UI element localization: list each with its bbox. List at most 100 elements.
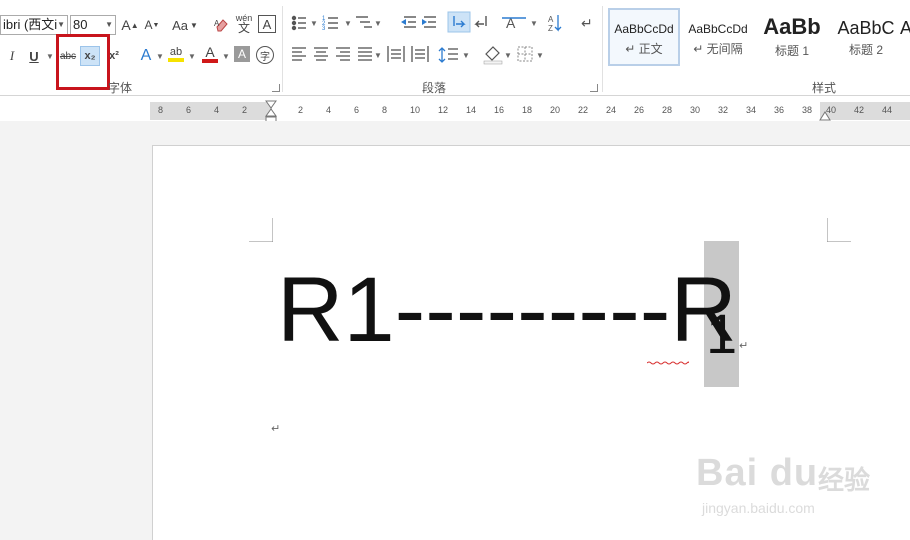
borders-icon[interactable]	[517, 46, 533, 62]
svg-text:▼: ▼	[462, 51, 470, 60]
ruler-tick: 20	[550, 105, 561, 115]
chevron-down-icon[interactable]: ▼	[105, 16, 113, 34]
style-normal[interactable]: AaBbCcDd ↵ 正文	[608, 8, 680, 66]
ruler-tick: 2	[298, 105, 304, 115]
style-sample: AaBbC	[837, 18, 895, 38]
sort-icon[interactable]: AZ	[548, 15, 562, 33]
numbering-icon[interactable]: 1 2 3	[322, 16, 338, 32]
enclose-char-button[interactable]: 字	[256, 46, 274, 64]
line-spacing-icon[interactable]	[438, 47, 458, 63]
font-size-combo[interactable]: 80 ▼	[70, 15, 116, 35]
ruler-tick: 6	[354, 105, 360, 115]
show-marks-icon[interactable]: ↵	[581, 15, 593, 31]
font-color-bar	[202, 59, 218, 63]
bullets-icon[interactable]	[291, 15, 307, 31]
group-separator	[602, 6, 603, 92]
svg-text:▼: ▼	[374, 51, 382, 60]
chinese-layout-icon[interactable]: A	[502, 15, 526, 31]
style-more[interactable]: A	[900, 8, 910, 66]
char-shading-button[interactable]: A	[234, 46, 250, 62]
clear-format-button[interactable]: A	[212, 15, 232, 35]
style-sample: AaBb	[763, 14, 821, 39]
ruler-tick: 28	[662, 105, 673, 115]
decrease-indent-icon[interactable]	[401, 16, 416, 28]
column-layout-icon[interactable]	[411, 46, 429, 62]
grow-font-button[interactable]: A ▲	[120, 15, 140, 35]
style-heading-1[interactable]: AaBb 标题 1	[756, 8, 828, 66]
align-right-icon[interactable]	[336, 47, 350, 61]
rtl-icon[interactable]	[474, 16, 487, 28]
justify-icon[interactable]	[358, 47, 372, 61]
ruler-tick: 16	[494, 105, 505, 115]
multilevel-list-icon[interactable]	[356, 16, 372, 28]
text-effects-icon: A	[140, 47, 152, 64]
ltr-button-bg[interactable]	[447, 11, 471, 33]
ruler-tick: 6	[186, 105, 192, 115]
ruler-tick: 38	[802, 105, 813, 115]
font-group-label: 字体	[108, 81, 133, 95]
change-case-button[interactable]: Aa ▼	[170, 15, 200, 35]
chevron-down-icon[interactable]: ▼	[222, 52, 230, 61]
highlight-icon: ab	[169, 46, 183, 58]
text-effects-button[interactable]: A	[136, 46, 156, 66]
style-heading-2[interactable]: AaBbC 标题 2	[830, 8, 902, 66]
shading-icon[interactable]	[483, 46, 503, 65]
font-name-value: ibri (西文i	[3, 17, 58, 32]
watermark-cn: 经验	[818, 465, 871, 495]
horizontal-ruler[interactable]: 8 6 4 2 2 4 6 8 10 12 14 16 18 20 22 24 26 28 30 32 34 36 38 40…	[150, 100, 910, 126]
spelling-squiggle	[647, 361, 689, 365]
ruler-tick: 22	[578, 105, 589, 115]
change-case-icon: Aa	[172, 17, 188, 33]
chevron-down-icon[interactable]: ▼	[188, 52, 196, 61]
svg-text:A: A	[214, 19, 220, 28]
watermark-logo: Bai du	[696, 452, 819, 494]
subscript-character[interactable]: 1	[706, 306, 737, 362]
char-border-button[interactable]: A	[258, 15, 276, 33]
increase-indent-icon[interactable]	[422, 16, 436, 28]
ruler-tick: 32	[718, 105, 729, 115]
align-center-icon[interactable]	[314, 47, 328, 61]
char-shading-icon: A	[237, 47, 246, 61]
ruler-tick: 12	[438, 105, 449, 115]
italic-button[interactable]: I	[2, 46, 22, 66]
align-left-icon[interactable]	[292, 47, 306, 61]
margin-corner-top-right	[827, 218, 851, 242]
underline-button[interactable]: U	[24, 46, 44, 66]
shrink-font-button[interactable]: A ▼	[142, 15, 162, 35]
paragraph-group-label: 段落	[422, 81, 447, 95]
ruler-tick: 30	[690, 105, 701, 115]
font-dialog-launcher[interactable]	[272, 84, 280, 92]
font-size-value: 80	[73, 17, 88, 32]
ruler-tick: 10	[410, 105, 421, 115]
ruler-tick: 26	[634, 105, 645, 115]
svg-text:▼: ▼	[310, 19, 318, 28]
chevron-down-icon[interactable]: ▼	[46, 52, 54, 61]
paragraph-mark: ↵	[739, 340, 749, 352]
phonetic-guide-button[interactable]: wén 文	[234, 13, 254, 34]
ruler-tick: 36	[774, 105, 785, 115]
ruler-tick: 8	[158, 105, 164, 115]
svg-text:▼: ▼	[530, 19, 538, 28]
style-no-spacing[interactable]: AaBbCcDd ↵ 无间隔	[682, 8, 754, 66]
document-text[interactable]: R1---------R	[277, 264, 737, 356]
ruler-tick: 24	[606, 105, 617, 115]
watermark-url: jingyan.baidu.com	[702, 500, 815, 516]
paragraph-dialog-launcher[interactable]	[590, 84, 598, 92]
superscript-icon: x²	[109, 50, 119, 62]
eraser-icon: A	[214, 19, 228, 32]
ruler-tick: 8	[382, 105, 388, 115]
distributed-icon[interactable]	[387, 46, 405, 62]
ruler-tick: 44	[882, 105, 893, 115]
chevron-down-icon[interactable]: ▼	[57, 16, 65, 34]
font-color-button[interactable]: A	[200, 44, 220, 64]
svg-text:↵: ↵	[581, 15, 593, 31]
ruler-tick: 4	[326, 105, 332, 115]
baidu-watermark: Bai du 经验 jingyan.baidu.com	[696, 440, 896, 536]
ribbon: ibri (西文i ▼ 80 ▼ A ▲ A ▼ Aa ▼ A wén 文 A I U…	[0, 0, 910, 96]
font-name-combo[interactable]: ibri (西文i ▼	[0, 15, 68, 35]
highlight-button[interactable]: ab	[166, 44, 186, 64]
highlight-color-bar	[168, 58, 184, 62]
shrink-font-icon: A	[144, 18, 153, 32]
chevron-down-icon[interactable]: ▼	[156, 52, 164, 61]
ruler-tick: 2	[242, 105, 248, 115]
